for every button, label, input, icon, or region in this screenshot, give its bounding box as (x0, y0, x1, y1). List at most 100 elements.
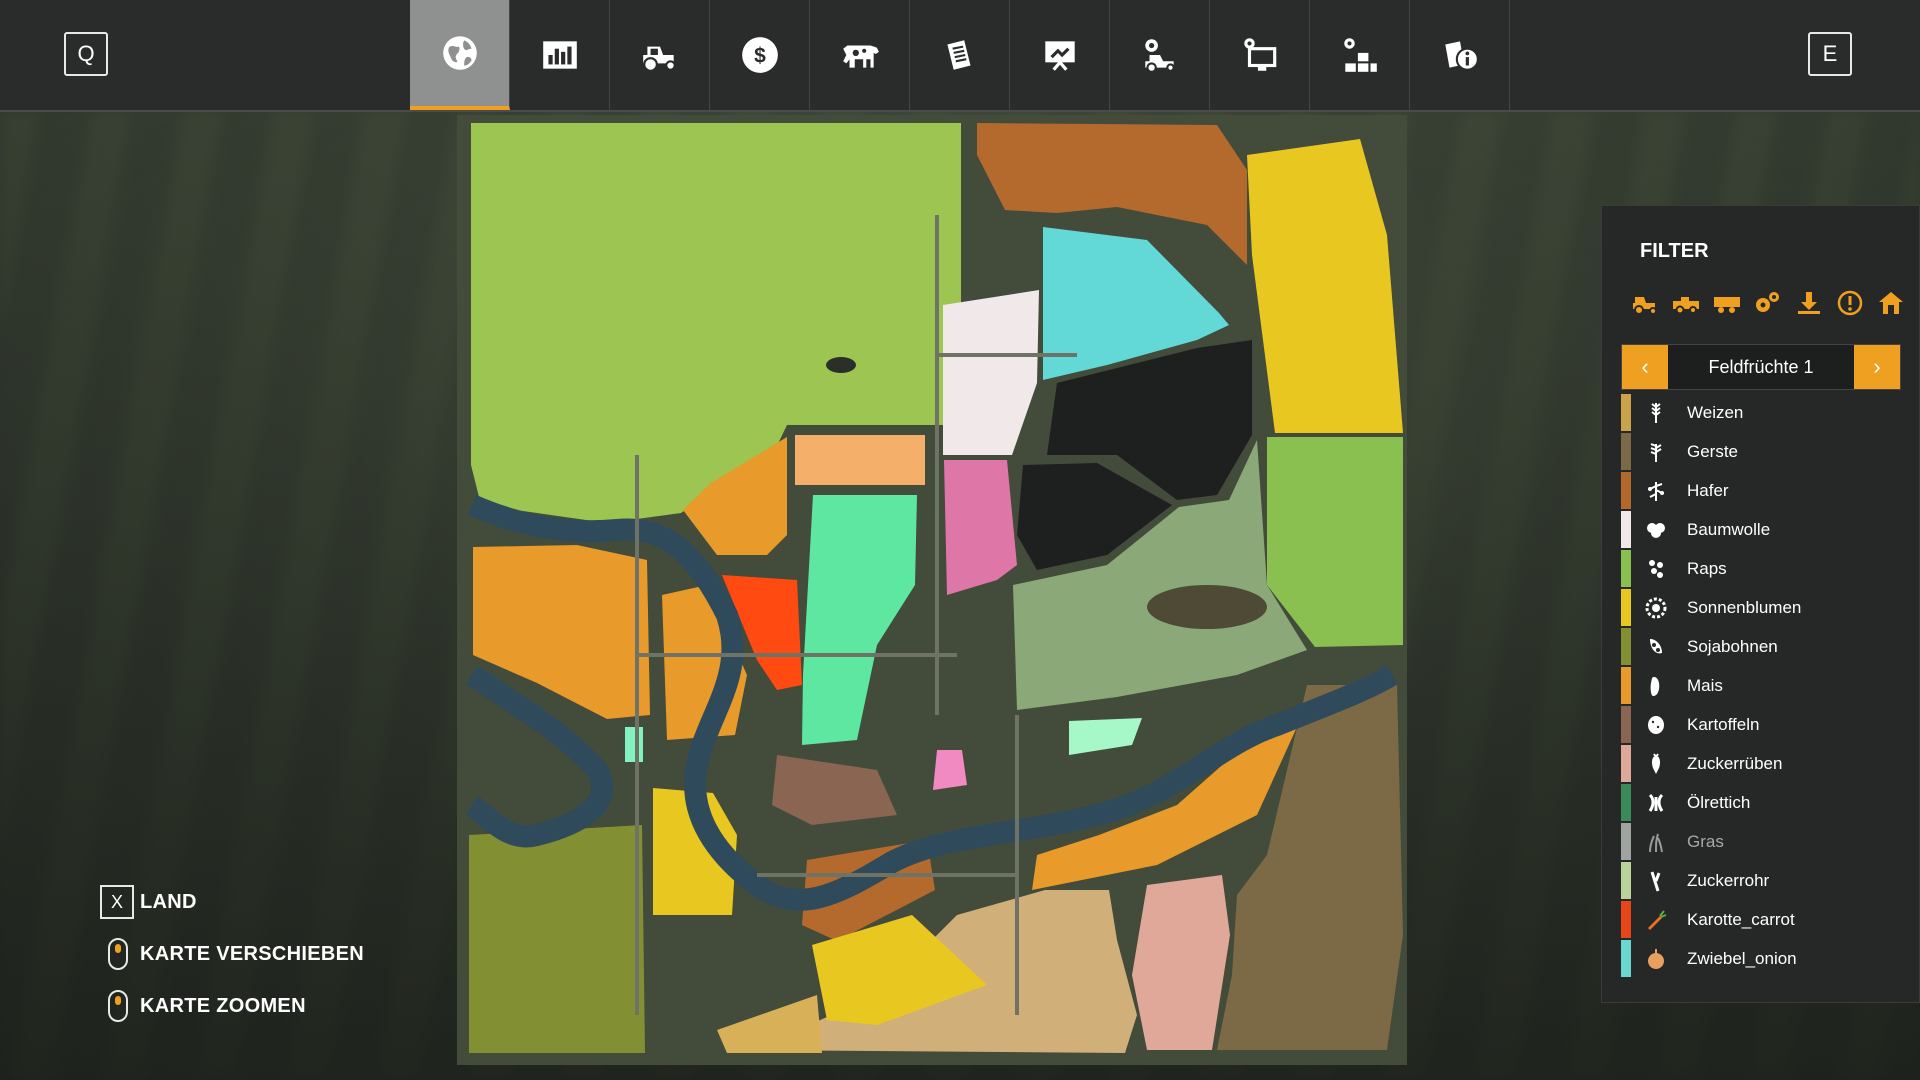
legend-label: Weizen (1687, 402, 1744, 422)
legend-label: Zwiebel_onion (1687, 948, 1797, 968)
legend-item[interactable]: Raps (1621, 549, 1901, 588)
next-page-key-label: E (1822, 41, 1838, 66)
potato-icon (1643, 712, 1669, 738)
chevron-right-icon[interactable]: › (1854, 345, 1900, 389)
help-tab[interactable] (1010, 0, 1110, 110)
canola-icon (1643, 556, 1669, 582)
prev-page-key-button[interactable]: Q (64, 32, 108, 76)
legend-color-swatch (1621, 589, 1631, 626)
legend-item[interactable]: Gras (1621, 822, 1901, 861)
presentation-icon (1044, 41, 1075, 71)
monitor-gear-icon (1243, 38, 1276, 71)
mouse-wheel-icon (108, 990, 128, 1022)
map-field (625, 727, 643, 762)
dollar-icon: $ (741, 37, 778, 73)
sunflower-icon (1643, 595, 1669, 621)
tractor-gear-icon (1144, 39, 1175, 73)
svg-text:$: $ (754, 44, 766, 67)
legend-color-swatch (1621, 628, 1631, 665)
selector-label: Feldfrüchte 1 (1708, 356, 1814, 377)
tractor-icon[interactable] (1628, 288, 1661, 318)
map-field (1132, 875, 1230, 1050)
onion-icon (1643, 946, 1669, 972)
legend-color-swatch (1621, 901, 1631, 938)
corn-icon (1643, 673, 1669, 699)
tractor-icon (642, 46, 676, 72)
harvester-icon[interactable] (1669, 288, 1702, 318)
legend-label: Sojabohnen (1687, 636, 1778, 656)
info-tab[interactable] (1410, 0, 1510, 110)
legend-color-swatch (1621, 472, 1631, 509)
soybean-icon (1643, 634, 1669, 660)
finances-tab[interactable]: $ (710, 0, 810, 110)
wheat-icon (1643, 400, 1669, 426)
map-tab[interactable] (410, 0, 510, 110)
globe-icon (442, 36, 477, 70)
map-canvas[interactable] (457, 115, 1407, 1065)
input-help: X LAND KARTE VERSCHIEBEN KARTE ZOOMEN (100, 876, 364, 1032)
cow-icon (842, 45, 879, 68)
legend-item[interactable]: Gerste (1621, 432, 1901, 471)
mouse-left-icon (108, 938, 128, 970)
legend-label: Karotte_carrot (1687, 909, 1795, 929)
statistics-tab[interactable] (510, 0, 610, 110)
top-navigation-bar: Q $ E (0, 0, 1920, 112)
legend-color-swatch (1621, 706, 1631, 743)
crop-filter-selector[interactable]: ‹ Feldfrüchte 1 › (1621, 344, 1901, 390)
land-key-button[interactable]: X (100, 885, 134, 919)
legend-item[interactable]: Mais (1621, 666, 1901, 705)
legend-color-swatch (1621, 550, 1631, 587)
legend-item[interactable]: Hafer (1621, 471, 1901, 510)
legend-item[interactable]: Zuckerrüben (1621, 744, 1901, 783)
display-tab[interactable] (1210, 0, 1310, 110)
legend-label: Gerste (1687, 441, 1739, 461)
legend-color-swatch (1621, 511, 1631, 548)
land-label: LAND (140, 890, 197, 913)
grass-icon (1643, 829, 1669, 855)
legend-item[interactable]: Weizen (1621, 393, 1901, 432)
legend-item[interactable]: Sonnenblumen (1621, 588, 1901, 627)
legend-item[interactable]: Karotte_carrot (1621, 900, 1901, 939)
legend-label: Ölrettich (1687, 792, 1751, 812)
legend-item[interactable]: Zwiebel_onion (1621, 939, 1901, 978)
crop-legend: Weizen Gerste Hafer Baumwolle Raps Sonnenblum… (1621, 393, 1901, 978)
legend-color-swatch (1621, 394, 1631, 431)
next-page-key-button[interactable]: E (1808, 32, 1852, 76)
sugarcane-icon (1643, 868, 1669, 894)
contracts-tab[interactable] (910, 0, 1010, 110)
legend-color-swatch (1621, 862, 1631, 899)
legend-item[interactable]: Zuckerrohr (1621, 861, 1901, 900)
settings-tab[interactable] (1110, 0, 1210, 110)
download-icon[interactable] (1792, 288, 1825, 318)
trailer-icon[interactable] (1710, 288, 1743, 318)
legend-color-swatch (1621, 745, 1631, 782)
carrot-icon (1643, 907, 1669, 933)
bar-chart-icon (542, 41, 577, 69)
menu-tabs: $ (410, 0, 1510, 110)
documents-icon (946, 40, 970, 70)
gears-icon[interactable] (1751, 288, 1784, 318)
legend-item[interactable]: Sojabohnen (1621, 627, 1901, 666)
legend-label: Kartoffeln (1687, 714, 1760, 734)
legend-label: Mais (1687, 675, 1723, 695)
oilradish-icon (1643, 790, 1669, 816)
legend-item[interactable]: Baumwolle (1621, 510, 1901, 549)
production-tab[interactable] (1310, 0, 1410, 110)
legend-label: Baumwolle (1687, 519, 1771, 539)
land-key-label: X (110, 891, 123, 912)
legend-item[interactable]: Ölrettich (1621, 783, 1901, 822)
legend-item[interactable]: Kartoffeln (1621, 705, 1901, 744)
vehicles-tab[interactable] (610, 0, 710, 110)
house-icon[interactable] (1874, 288, 1907, 318)
alert-icon[interactable] (1833, 288, 1866, 318)
zoom-map-label: KARTE ZOOMEN (140, 994, 306, 1017)
legend-color-swatch (1621, 940, 1631, 977)
legend-label: Gras (1687, 831, 1724, 851)
oat-icon (1643, 478, 1669, 504)
animals-tab[interactable] (810, 0, 910, 110)
info-documents-icon (1444, 41, 1479, 71)
farm-map[interactable] (457, 115, 1407, 1065)
chevron-left-icon[interactable]: ‹ (1622, 345, 1668, 389)
help-move-map: KARTE VERSCHIEBEN (100, 928, 364, 980)
move-map-label: KARTE VERSCHIEBEN (140, 942, 365, 965)
